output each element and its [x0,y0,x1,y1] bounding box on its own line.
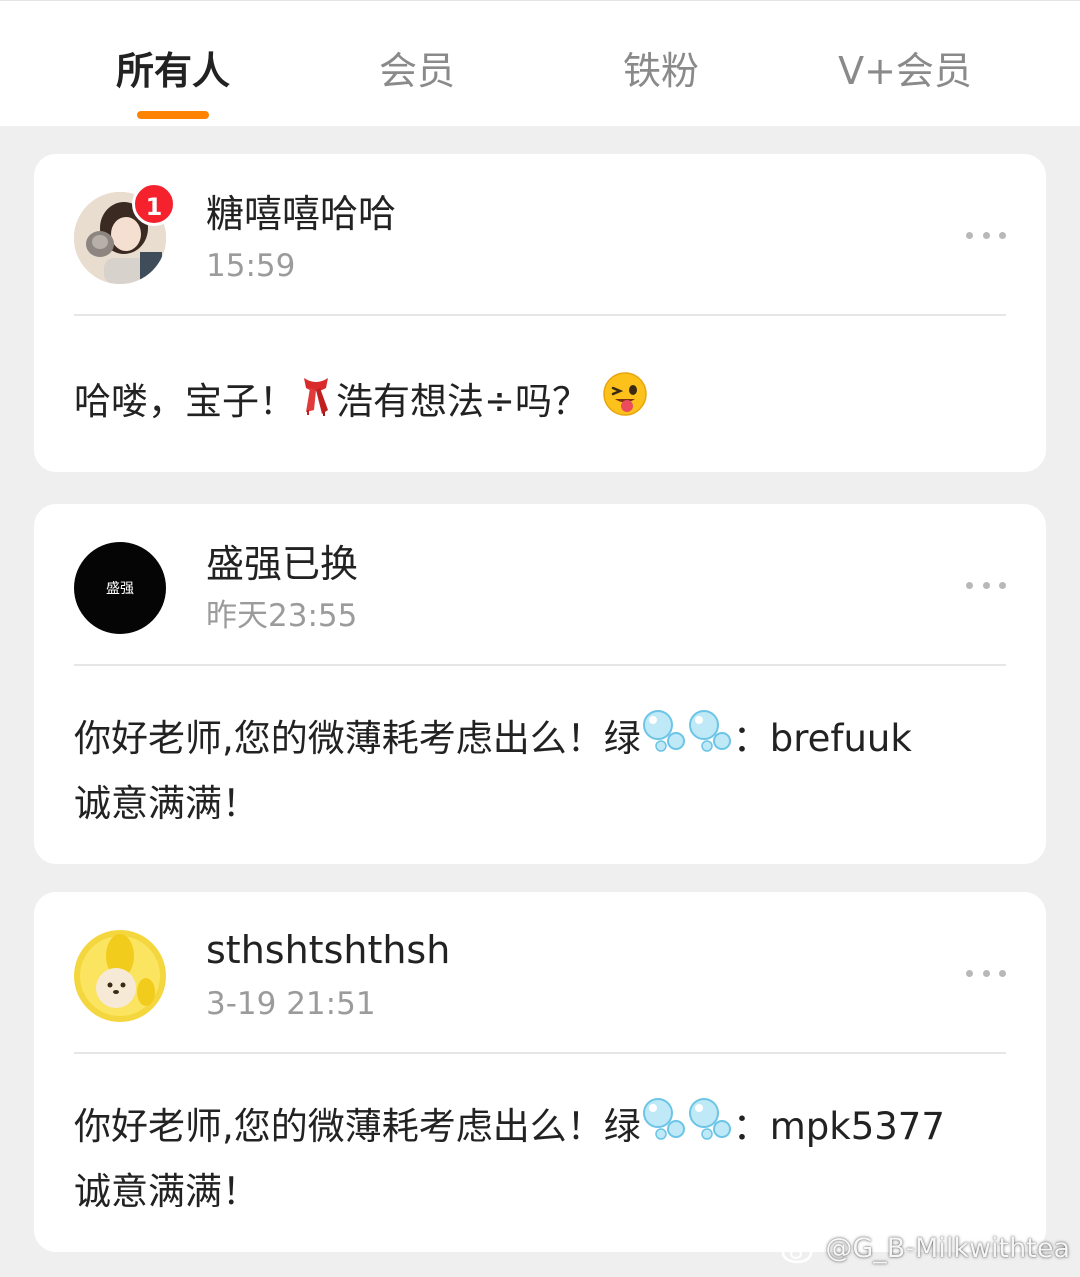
scarf-emoji-icon [296,372,336,435]
more-options-icon[interactable] [966,967,1006,979]
message-text: 哈喽，宝子！ 浩有想法÷吗？ [74,370,1006,437]
divider [74,664,1006,666]
more-options-icon[interactable] [966,229,1006,241]
divider [74,1052,1006,1054]
message-time: 昨天23:55 [206,598,358,634]
message-text-part: 哈喽，宝子！ [74,380,296,423]
watermark-text: @G_B-Milkwithtea [825,1233,1070,1264]
message-text-part: ：mpk5377 [732,1105,945,1148]
message-text-part: 你好老师,您的微薄耗考虑出么！绿 [74,717,641,760]
message-text-line: 诚意满满！ [74,782,259,825]
active-tab-indicator [137,111,209,119]
message-text: 你好老师,您的微薄耗考虑出么！绿 ：brefuuk 诚意满满！ [74,708,1006,835]
sender-name[interactable]: 盛强已换 [206,540,358,588]
message-time: 15:59 [206,248,296,284]
avatar[interactable]: 盛强 [74,542,166,634]
tab-bar: 所有人 会员 铁粉 V+会员 [0,0,1080,126]
bubbles-icon [641,1096,687,1161]
avatar-text: 盛强 [106,581,134,597]
bubbles-icon [687,708,733,773]
more-options-icon[interactable] [966,579,1006,591]
bubbles-icon [687,1096,733,1161]
tab-members[interactable]: 会员 [297,43,537,99]
tab-all[interactable]: 所有人 [53,43,293,99]
message-text-part: 浩有想法÷吗？ [336,380,590,423]
message-card[interactable]: 盛强 盛强已换 昨天23:55 你好老师,您的微薄耗考虑出么！绿 ：brefuuk… [34,504,1046,864]
tab-vplus-members[interactable]: V+会员 [785,43,1025,99]
unread-badge: 1 [132,182,176,226]
bubbles-icon [641,708,687,773]
sender-name[interactable]: sthshtshthsh [206,926,450,974]
sender-name[interactable]: 糖嘻嘻哈哈 [206,190,396,238]
message-text-part: ：brefuuk [732,717,912,760]
message-card[interactable]: sthshtshthsh 3-19 21:51 你好老师,您的微薄耗考虑出么！绿… [34,892,1046,1252]
avatar[interactable] [74,930,166,1022]
weibo-watermark: @G_B-Milkwithtea [781,1226,1070,1272]
cartoon-avatar-icon [74,930,166,1022]
message-text-part: 你好老师,您的微薄耗考虑出么！绿 [74,1105,641,1148]
message-time: 3-19 21:51 [206,986,376,1022]
weibo-logo-icon [782,1236,817,1264]
wink-tongue-emoji-icon [601,370,649,437]
message-text: 你好老师,您的微薄耗考虑出么！绿 ：mpk5377 诚意满满！ [74,1096,1006,1223]
message-text-line: 诚意满满！ [74,1170,259,1213]
divider [74,314,1006,316]
message-card[interactable]: 1 糖嘻嘻哈哈 15:59 哈喽，宝子！ 浩有想法÷吗？ [34,154,1046,472]
tab-iron-fans[interactable]: 铁粉 [541,43,781,99]
